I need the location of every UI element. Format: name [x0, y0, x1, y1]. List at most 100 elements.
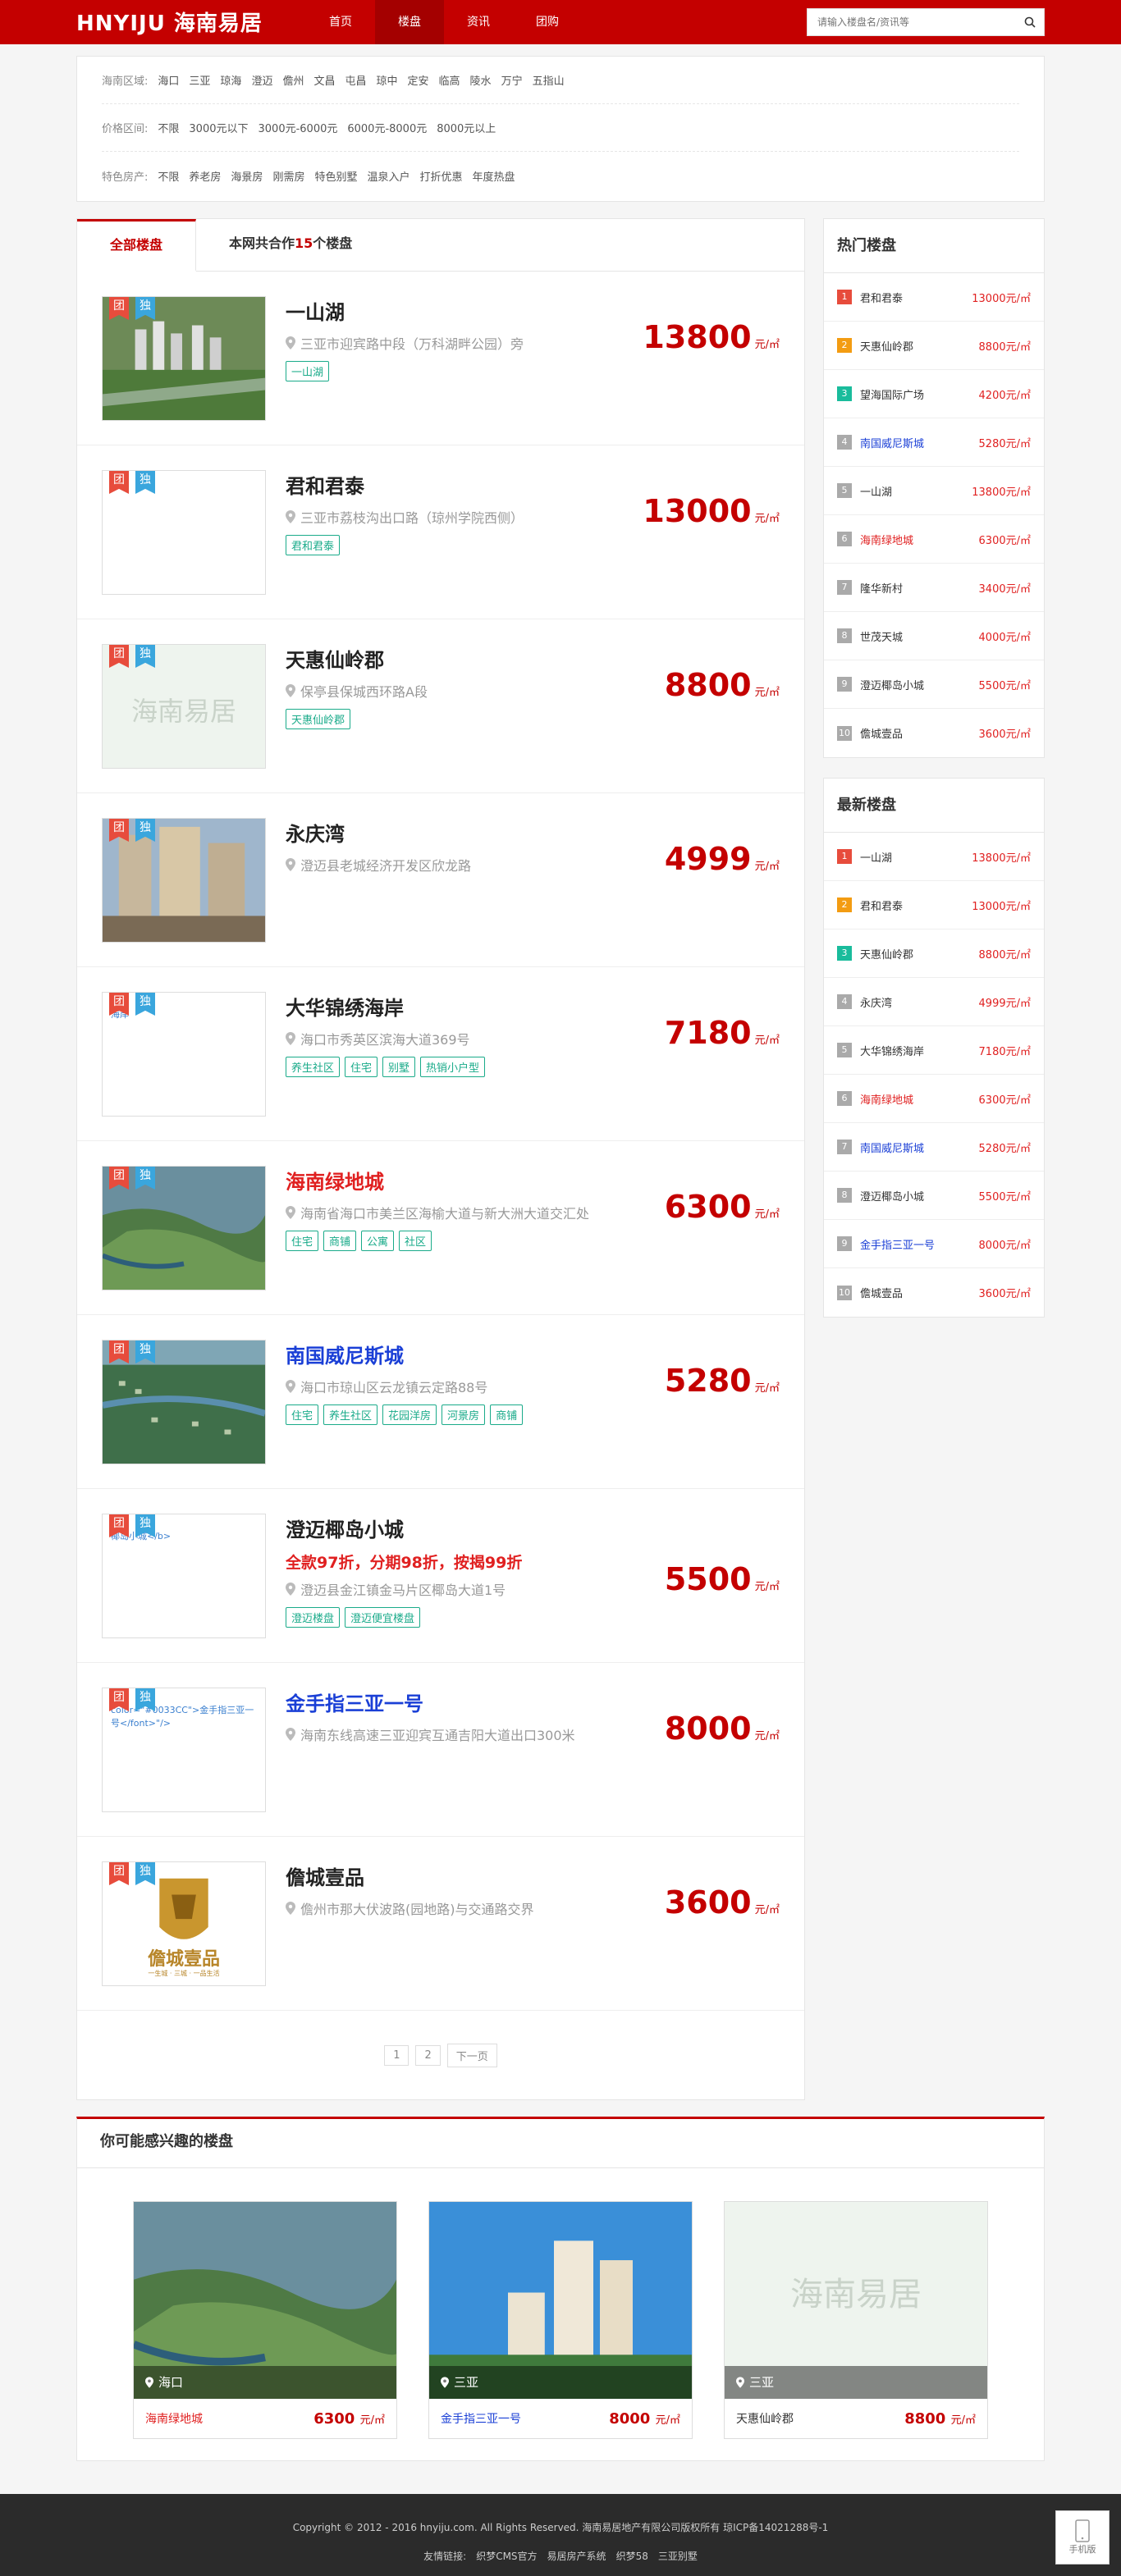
hot-item[interactable]: 10 儋城壹品 3600元/㎡: [824, 709, 1044, 757]
listing-tag[interactable]: 社区: [399, 1231, 432, 1251]
sidebar-item-name[interactable]: 澄迈椰岛小城: [860, 1188, 979, 1204]
sidebar-item-name[interactable]: 隆华新村: [860, 580, 979, 596]
card-name[interactable]: 天惠仙岭郡: [736, 2410, 794, 2427]
newest-item[interactable]: 9 金手指三亚一号 8000元/㎡: [824, 1220, 1044, 1268]
listing-item[interactable]: 团独 永庆湾 澄迈县老城经济开发区欣龙路 4999 元/㎡: [77, 793, 804, 967]
newest-item[interactable]: 10 儋城壹品 3600元/㎡: [824, 1268, 1044, 1317]
filter-option[interactable]: 琼海: [220, 72, 241, 88]
listing-thumb[interactable]: 儋城壹品 一生城 · 三城 · 一品生活 团独: [102, 1861, 266, 1986]
filter-option[interactable]: 陵水: [470, 72, 492, 88]
hot-item[interactable]: 4 南国威尼斯城 5280元/㎡: [824, 418, 1044, 467]
listing-name[interactable]: 永庆湾: [286, 818, 614, 847]
newest-item[interactable]: 8 澄迈椰岛小城 5500元/㎡: [824, 1172, 1044, 1220]
listing-thumb[interactable]: 团独: [102, 1340, 266, 1464]
sidebar-item-name[interactable]: 望海国际广场: [860, 386, 979, 402]
listing-thumb[interactable]: 团独: [102, 470, 266, 595]
listing-name[interactable]: 金手指三亚一号: [286, 1688, 614, 1716]
filter-option[interactable]: 打折优惠: [419, 168, 462, 184]
listing-tag[interactable]: 别墅: [382, 1057, 416, 1077]
nav-item-0[interactable]: 首页: [306, 0, 375, 44]
sidebar-item-name[interactable]: 儋城壹品: [860, 1285, 979, 1300]
listing-thumb[interactable]: 海岸团独: [102, 992, 266, 1117]
search-input[interactable]: [808, 9, 1016, 35]
page-link[interactable]: 下一页: [446, 2043, 497, 2067]
newest-item[interactable]: 1 一山湖 13800元/㎡: [824, 833, 1044, 881]
filter-option[interactable]: 8000元以上: [437, 120, 496, 135]
sidebar-item-name[interactable]: 海南绿地城: [860, 1091, 979, 1107]
hot-item[interactable]: 1 君和君泰 13000元/㎡: [824, 273, 1044, 322]
listing-tag[interactable]: 商铺: [323, 1231, 357, 1251]
listing-item[interactable]: 团独一山湖 三亚市迎宾路中段（万科湖畔公园）旁 一山湖 13800 元/㎡: [77, 272, 804, 445]
listing-tag[interactable]: 商铺: [490, 1404, 524, 1425]
interest-card[interactable]: 海口 海南绿地城 6300 元/㎡: [133, 2201, 397, 2439]
filter-option[interactable]: 不限: [158, 120, 179, 135]
filter-option[interactable]: 文昌: [313, 72, 335, 88]
listing-name[interactable]: 南国威尼斯城: [286, 1340, 614, 1368]
card-name[interactable]: 金手指三亚一号: [441, 2410, 521, 2427]
sidebar-item-name[interactable]: 金手指三亚一号: [860, 1236, 979, 1252]
sidebar-item-name[interactable]: 澄迈椰岛小城: [860, 677, 979, 692]
hot-item[interactable]: 2 天惠仙岭郡 8800元/㎡: [824, 322, 1044, 370]
listing-tag[interactable]: 天惠仙岭郡: [286, 709, 351, 729]
sidebar-item-name[interactable]: 天惠仙岭郡: [860, 338, 979, 354]
listing-name[interactable]: 天惠仙岭郡: [286, 644, 614, 673]
search-button[interactable]: [1016, 9, 1044, 35]
listing-item[interactable]: 团独君和君泰 三亚市荔枝沟出口路（琼州学院西侧） 君和君泰 13000 元/㎡: [77, 445, 804, 619]
mobile-button[interactable]: 手机版: [1055, 2510, 1110, 2565]
listing-item[interactable]: 团独 海南绿地城 海南省海口市美兰区海榆大道与新大洲大道交汇处 住宅 商铺 公寓 社区 630…: [77, 1141, 804, 1315]
filter-option[interactable]: 刚需房: [272, 168, 304, 184]
listing-tag[interactable]: 养生社区: [323, 1404, 378, 1425]
listing-tag[interactable]: 澄迈便宜楼盘: [345, 1607, 421, 1628]
filter-option[interactable]: 五指山: [533, 72, 565, 88]
filter-option[interactable]: 临高: [439, 72, 460, 88]
sidebar-item-name[interactable]: 大华锦绣海岸: [860, 1043, 979, 1058]
sidebar-item-name[interactable]: 君和君泰: [860, 290, 972, 305]
listing-tag[interactable]: 河景房: [442, 1404, 486, 1425]
filter-option[interactable]: 6000元-8000元: [347, 120, 427, 135]
newest-item[interactable]: 4 永庆湾 4999元/㎡: [824, 978, 1044, 1026]
friend-link[interactable]: 织梦58: [616, 2551, 648, 2562]
filter-option[interactable]: 不限: [158, 168, 179, 184]
sidebar-item-name[interactable]: 南国威尼斯城: [860, 435, 979, 450]
listing-tag[interactable]: 君和君泰: [286, 535, 341, 555]
filter-option[interactable]: 温泉入户: [367, 168, 410, 184]
nav-item-1[interactable]: 楼盘: [375, 0, 444, 44]
page-link[interactable]: 2: [415, 2044, 441, 2066]
card-image[interactable]: 海口: [134, 2202, 396, 2399]
filter-option[interactable]: 3000元-6000元: [259, 120, 338, 135]
listing-item[interactable]: 儋城壹品 一生城 · 三城 · 一品生活团独儋城壹品 儋州市那大伏波路(园地路)与交…: [77, 1837, 804, 2011]
nav-item-3[interactable]: 团购: [513, 0, 582, 44]
friend-link[interactable]: 易居房产系统: [547, 2551, 606, 2562]
filter-option[interactable]: 特色别墅: [314, 168, 357, 184]
listing-thumb[interactable]: 海南易居 团独: [102, 644, 266, 769]
card-image[interactable]: 三亚: [429, 2202, 692, 2399]
filter-option[interactable]: 定安: [408, 72, 429, 88]
listing-tag[interactable]: 住宅: [286, 1404, 319, 1425]
listing-thumb[interactable]: 团独: [102, 818, 266, 943]
listing-item[interactable]: 椰岛小城</b> 团独澄迈椰岛小城 全款97折，分期98折，按揭99折 澄迈县金江镇金…: [77, 1489, 804, 1663]
nav-item-2[interactable]: 资讯: [444, 0, 513, 44]
card-image[interactable]: 海南易居 三亚: [725, 2202, 987, 2399]
hot-item[interactable]: 9 澄迈椰岛小城 5500元/㎡: [824, 660, 1044, 709]
hot-item[interactable]: 8 世茂天城 4000元/㎡: [824, 612, 1044, 660]
hot-item[interactable]: 6 海南绿地城 6300元/㎡: [824, 515, 1044, 564]
sidebar-item-name[interactable]: 天惠仙岭郡: [860, 946, 979, 961]
listing-tag[interactable]: 公寓: [361, 1231, 395, 1251]
sidebar-item-name[interactable]: 儋城壹品: [860, 725, 979, 741]
listing-tag[interactable]: 澄迈楼盘: [286, 1607, 341, 1628]
newest-item[interactable]: 7 南国威尼斯城 5280元/㎡: [824, 1123, 1044, 1172]
filter-option[interactable]: 澄迈: [251, 72, 272, 88]
listing-item[interactable]: 团独 南国威尼斯城 海口市琼山区云龙镇云定路88号 住宅 养生社区 花园洋房 河景房 商铺 52…: [77, 1315, 804, 1489]
listing-tag[interactable]: 住宅: [345, 1057, 378, 1077]
hot-item[interactable]: 7 隆华新村 3400元/㎡: [824, 564, 1044, 612]
page-link[interactable]: 1: [384, 2044, 410, 2066]
hot-item[interactable]: 5 一山湖 13800元/㎡: [824, 467, 1044, 515]
newest-item[interactable]: 5 大华锦绣海岸 7180元/㎡: [824, 1026, 1044, 1075]
newest-item[interactable]: 3 天惠仙岭郡 8800元/㎡: [824, 929, 1044, 978]
hot-item[interactable]: 3 望海国际广场 4200元/㎡: [824, 370, 1044, 418]
filter-option[interactable]: 3000元以下: [189, 120, 248, 135]
newest-item[interactable]: 6 海南绿地城 6300元/㎡: [824, 1075, 1044, 1123]
friend-link[interactable]: 三亚别墅: [658, 2551, 698, 2562]
listing-name[interactable]: 君和君泰: [286, 470, 614, 499]
filter-option[interactable]: 琼中: [377, 72, 398, 88]
